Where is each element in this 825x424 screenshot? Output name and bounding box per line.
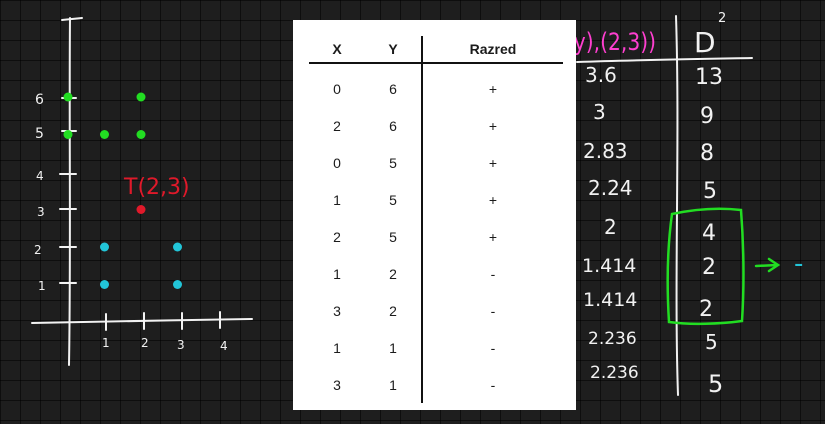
column-divider	[675, 15, 679, 396]
distance-value: 2.24	[588, 176, 633, 200]
distance-value: 3	[593, 100, 606, 124]
table-row: 1 1 -	[309, 329, 563, 366]
plus-class-point	[63, 130, 73, 139]
table-row: 2 5 +	[309, 218, 563, 255]
distance-value: 1.414	[582, 255, 636, 277]
plus-class-point	[136, 92, 146, 102]
cell-x: 2	[333, 228, 341, 245]
minus-class-point	[100, 242, 109, 252]
cell-x: 3	[333, 302, 341, 319]
data-table: X Y Razred 0 6 + 2 6 + 0 5 + 1 5 + 2 5 + 1 2 - 3 2 - 1…	[309, 36, 563, 403]
cell-razred: -	[421, 255, 563, 292]
cell-y: 5	[389, 154, 397, 171]
minus-class-point	[173, 242, 182, 252]
table-row: 0 5 +	[309, 144, 563, 181]
table-row: 0 6 +	[309, 63, 563, 107]
distance-value: 2.83	[583, 139, 628, 163]
distance-value: 3.6	[585, 63, 617, 87]
cell-razred: +	[421, 181, 563, 218]
cell-y: 5	[389, 228, 397, 245]
cell-y: 6	[389, 80, 397, 97]
squared-value: 5	[703, 179, 717, 204]
squared-value: 8	[700, 141, 714, 166]
y-axis-cap	[61, 17, 83, 21]
squared-value: 2	[699, 297, 713, 322]
cell-x: 3	[333, 376, 341, 393]
table-row: 1 2 -	[309, 255, 563, 292]
table-row: 2 6 +	[309, 107, 563, 144]
cell-razred: +	[421, 63, 563, 107]
cell-razred: -	[421, 329, 563, 366]
x-tick-label: 3	[177, 338, 185, 352]
y-tick-label: 5	[35, 126, 44, 142]
predicted-class: -	[794, 249, 803, 279]
distance-value: 2	[604, 215, 617, 239]
distance-value: 2.236	[588, 329, 637, 349]
cell-y: 1	[389, 376, 397, 393]
header-divider	[576, 57, 753, 63]
cell-x: 2	[333, 117, 341, 134]
column-header-y: Y	[365, 36, 422, 64]
cell-x: 1	[333, 191, 341, 208]
cell-x: 1	[333, 339, 341, 356]
squared-value: 13	[695, 65, 723, 90]
cell-y: 6	[389, 117, 397, 134]
y-tick-label: 3	[37, 205, 45, 219]
distance-value: 1.414	[583, 289, 637, 311]
column-header-razred: Razred	[421, 36, 563, 64]
table-row: 1 5 +	[309, 181, 563, 218]
x-tick-label: 4	[220, 339, 228, 353]
y-tick-label: 6	[35, 92, 44, 108]
squared-exponent: 2	[718, 11, 726, 26]
squared-value: 4	[702, 221, 716, 246]
minus-class-point	[100, 280, 109, 289]
squared-value: 2	[702, 255, 716, 280]
plus-class-point	[63, 92, 73, 102]
squared-value: 5	[705, 330, 718, 354]
data-table-card: X Y Razred 0 6 + 2 6 + 0 5 + 1 5 + 2 5 + 1 2 - 3 2 - 1…	[293, 20, 576, 410]
plus-class-point	[136, 130, 146, 139]
y-axis	[68, 17, 71, 366]
table-row: 3 1 -	[309, 366, 563, 403]
y-tick-label: 4	[36, 169, 44, 183]
distance-value: 2.236	[590, 363, 639, 383]
cell-y: 1	[389, 339, 397, 356]
cell-razred: -	[421, 366, 563, 403]
cell-x: 0	[333, 80, 341, 97]
table-row: 3 2 -	[309, 292, 563, 329]
plus-class-point	[100, 130, 109, 139]
query-point	[136, 205, 146, 214]
y-tick-label: 1	[38, 279, 46, 293]
cell-razred: +	[421, 144, 563, 181]
cell-y: 2	[389, 265, 397, 282]
query-point-label: T(2,3)	[123, 175, 190, 200]
cell-razred: -	[421, 292, 563, 329]
cell-y: 5	[389, 191, 397, 208]
squared-value: 9	[700, 104, 714, 129]
cell-y: 2	[389, 302, 397, 319]
squared-column-header: D	[694, 26, 716, 59]
result-arrow-icon	[754, 257, 781, 273]
y-tick-label: 2	[34, 243, 42, 257]
cell-x: 0	[333, 154, 341, 171]
x-tick-label: 2	[141, 336, 149, 350]
column-header-x: X	[309, 36, 365, 64]
cell-razred: +	[421, 218, 563, 255]
cell-x: 1	[333, 265, 341, 282]
minus-class-point	[173, 280, 182, 289]
squared-value: 5	[708, 370, 723, 398]
cell-razred: +	[421, 107, 563, 144]
x-tick-label: 1	[102, 336, 110, 350]
